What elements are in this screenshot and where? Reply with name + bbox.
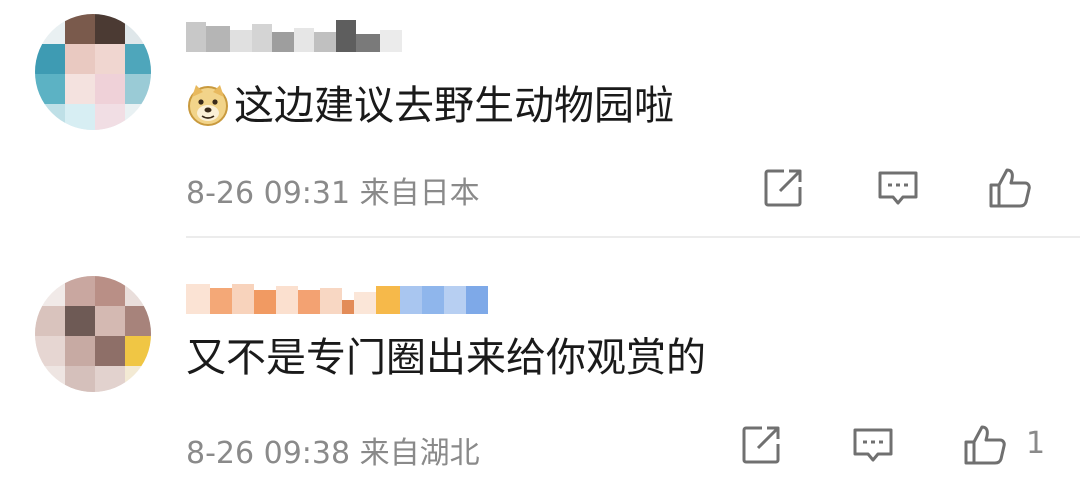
comment-text: 这边建议去野生动物园啦 — [234, 83, 674, 129]
like-icon — [989, 168, 1031, 208]
comment-meta: 8-26 09:31 来自日本 — [186, 168, 480, 212]
comment-icon — [878, 171, 918, 205]
comment-time: 8-26 09:38 — [186, 436, 351, 471]
comment-location: 来自日本 — [359, 176, 480, 211]
comment-button[interactable] — [850, 422, 896, 468]
comment-icon — [853, 428, 893, 462]
comment-button[interactable] — [875, 165, 921, 211]
comment-time: 8-26 09:31 — [186, 176, 351, 211]
avatar[interactable] — [35, 14, 151, 130]
share-button[interactable] — [738, 422, 784, 468]
like-button[interactable] — [962, 422, 1008, 468]
comment-item: 这边建议去野生动物园啦 8-26 09:31 来自日本 — [0, 0, 1080, 238]
share-button[interactable] — [760, 165, 806, 211]
comment-text: 又不是专门圈出来给你观赏的 — [186, 335, 706, 381]
like-count: 1 — [1026, 426, 1046, 461]
comment-meta: 8-26 09:38 来自湖北 — [186, 428, 480, 472]
comment-item: 又不是专门圈出来给你观赏的 8-26 09:38 来自湖北 1 — [0, 238, 1080, 478]
like-icon — [964, 425, 1006, 465]
doge-emoji-icon — [186, 83, 230, 127]
like-button[interactable] — [987, 165, 1033, 211]
share-icon — [764, 169, 802, 207]
username-blurred[interactable] — [186, 278, 488, 322]
share-icon — [742, 426, 780, 464]
avatar[interactable] — [35, 276, 151, 392]
username-blurred[interactable] — [186, 16, 416, 60]
comment-location: 来自湖北 — [359, 436, 480, 471]
